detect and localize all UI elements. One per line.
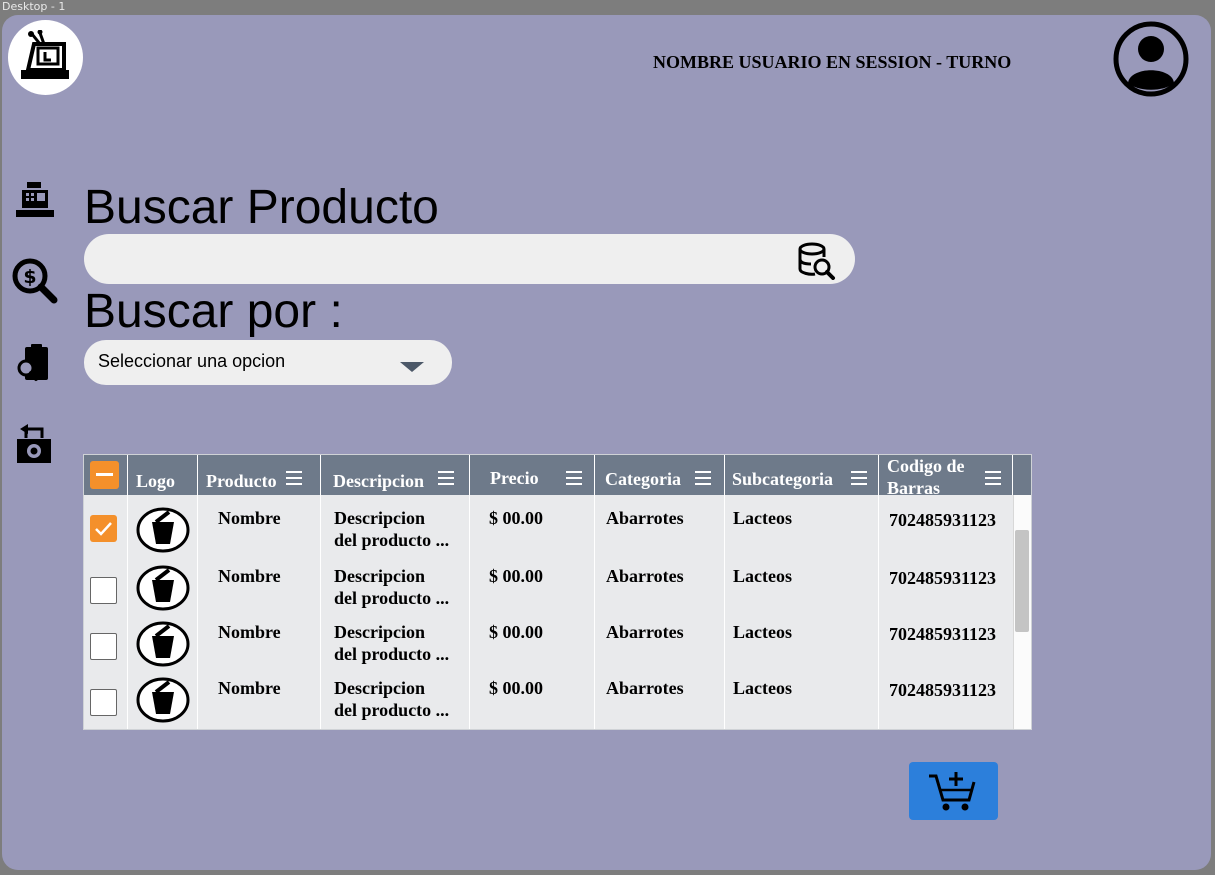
row-checkbox[interactable]: [90, 689, 117, 716]
header-subcategoria-label: Subcategoria: [732, 469, 833, 489]
cell-categoria: Abarrotes: [606, 622, 684, 642]
column-menu-icon[interactable]: [985, 471, 1001, 485]
header-logo: Logo: [128, 455, 198, 495]
column-menu-icon[interactable]: [695, 471, 711, 485]
header-subcategoria: Subcategoria: [725, 455, 879, 495]
cash-return-icon[interactable]: [16, 424, 52, 464]
table-scrollbar-thumb[interactable]: [1015, 530, 1029, 632]
cell-descripcion-line2: del producto ...: [334, 588, 450, 608]
cell-descripcion-line2: del producto ...: [334, 530, 450, 550]
header-descripcion: Descripcion: [321, 455, 470, 495]
product-logo-icon: [136, 507, 190, 553]
cell-codigo: 702485931123: [889, 680, 997, 700]
cell-producto: Nombre: [218, 678, 281, 698]
table-row[interactable]: Nombre Descripcion del producto ... $ 00…: [84, 663, 1014, 723]
product-search-input[interactable]: [84, 234, 855, 284]
header-codigo: Codigo de Barras: [879, 455, 1013, 498]
cell-descripcion: Descripcion del producto ...: [334, 507, 449, 551]
products-table: Logo Producto Descripcion Precio Categor…: [83, 454, 1032, 730]
cell-categoria: Abarrotes: [606, 508, 684, 528]
cell-descripcion: Descripcion del producto ...: [334, 565, 449, 609]
chevron-down-icon: [400, 362, 424, 372]
svg-text:$: $: [23, 266, 36, 288]
search-title: Buscar Producto: [84, 181, 439, 234]
cell-producto: Nombre: [218, 566, 281, 586]
cell-subcategoria: Lacteos: [733, 508, 792, 528]
table-header: Logo Producto Descripcion Precio Categor…: [84, 455, 1031, 498]
cell-codigo: 702485931123: [889, 624, 997, 644]
user-avatar-icon[interactable]: [1112, 20, 1190, 98]
cell-producto: Nombre: [218, 622, 281, 642]
filter-select-value: Seleccionar una opcion: [98, 351, 286, 371]
product-logo-icon: [136, 677, 190, 723]
app-window: [2, 15, 1211, 870]
cell-producto: Nombre: [218, 508, 281, 528]
app-logo: [8, 20, 83, 95]
cell-descripcion: Descripcion del producto ...: [334, 621, 449, 665]
cell-codigo: 702485931123: [889, 568, 997, 588]
session-user-label: NOMBRE USUARIO EN SESSION - TURNO: [653, 52, 1012, 72]
column-menu-icon[interactable]: [851, 471, 867, 485]
cell-precio: $ 00.00: [489, 508, 543, 528]
header-categoria-label: Categoria: [605, 469, 681, 489]
product-logo-icon: [136, 565, 190, 611]
add-to-cart-icon: [929, 772, 976, 811]
column-menu-icon[interactable]: [566, 471, 582, 485]
header-producto-label: Producto: [206, 471, 277, 491]
cell-subcategoria: Lacteos: [733, 622, 792, 642]
cell-categoria: Abarrotes: [606, 566, 684, 586]
cell-descripcion-line1: Descripcion: [334, 678, 425, 698]
header-precio: Precio: [470, 455, 595, 495]
cell-precio: $ 00.00: [489, 566, 543, 586]
column-menu-icon[interactable]: [286, 471, 302, 485]
header-logo-label: Logo: [136, 471, 176, 491]
row-checkbox[interactable]: [90, 633, 117, 660]
cell-categoria: Abarrotes: [606, 678, 684, 698]
table-row[interactable]: Nombre Descripcion del producto ... $ 00…: [84, 551, 1014, 611]
header-producto: Producto: [198, 455, 321, 495]
row-checkbox[interactable]: [90, 515, 117, 542]
cell-descripcion-line1: Descripcion: [334, 508, 425, 528]
price-search-icon[interactable]: $: [12, 258, 58, 304]
cell-descripcion: Descripcion del producto ...: [334, 677, 449, 721]
header-categoria: Categoria: [595, 455, 725, 495]
product-logo-icon: [136, 621, 190, 667]
cell-subcategoria: Lacteos: [733, 566, 792, 586]
header-precio-label: Precio: [490, 468, 539, 488]
header-codigo-line1: Codigo de: [887, 456, 965, 476]
cell-subcategoria: Lacteos: [733, 678, 792, 698]
add-to-cart-button[interactable]: [909, 762, 998, 820]
cell-codigo: 702485931123: [889, 510, 997, 530]
cash-register-icon: [21, 30, 69, 79]
cell-descripcion-line1: Descripcion: [334, 622, 425, 642]
cell-precio: $ 00.00: [489, 622, 543, 642]
filter-select[interactable]: Seleccionar una opcion: [84, 340, 452, 385]
database-search-icon[interactable]: [796, 240, 836, 280]
check-icon: [95, 522, 112, 536]
cell-descripcion-line2: del producto ...: [334, 644, 450, 664]
table-row[interactable]: Nombre Descripcion del producto ... $ 00…: [84, 495, 1014, 553]
header-select-cell: [84, 455, 128, 495]
cash-register-icon[interactable]: [16, 182, 54, 218]
select-all-checkbox[interactable]: [90, 461, 119, 489]
frame-label: Desktop - 1: [2, 0, 66, 13]
filter-title: Buscar por :: [84, 285, 343, 338]
cell-descripcion-line2: del producto ...: [334, 700, 450, 720]
table-row[interactable]: Nombre Descripcion del producto ... $ 00…: [84, 607, 1014, 667]
row-checkbox[interactable]: [90, 577, 117, 604]
cell-precio: $ 00.00: [489, 678, 543, 698]
cell-descripcion-line1: Descripcion: [334, 566, 425, 586]
header-descripcion-label: Descripcion: [333, 471, 424, 491]
clipboard-search-icon[interactable]: [16, 344, 50, 382]
header-codigo-label: Codigo de Barras: [887, 455, 965, 499]
column-menu-icon[interactable]: [438, 471, 454, 485]
